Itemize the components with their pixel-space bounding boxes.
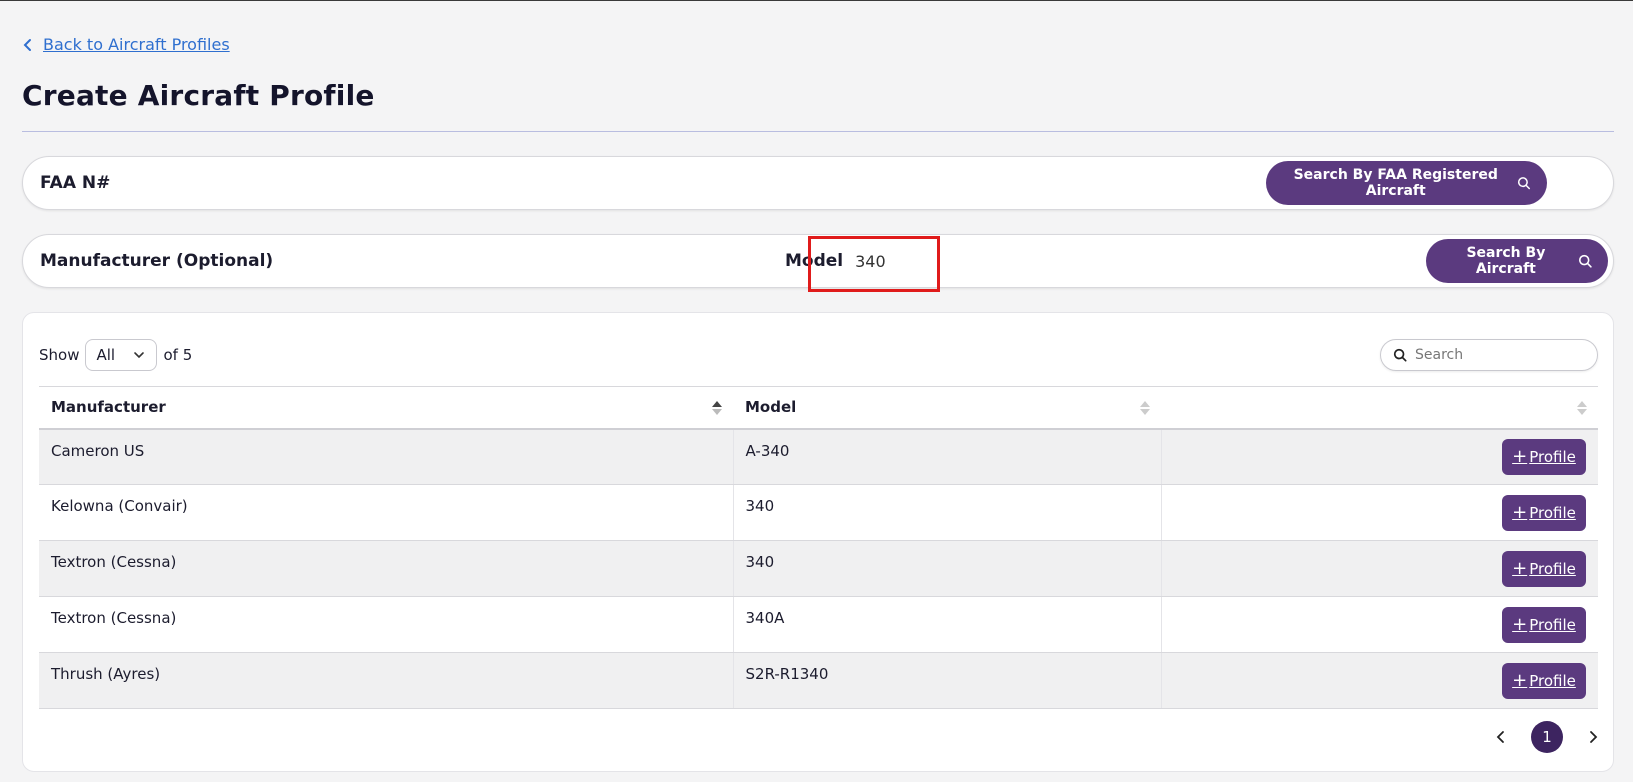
faa-search-bar: FAA N# Search By FAA Registered Aircraft [22,156,1614,210]
chevron-down-icon [134,352,145,359]
cell-manufacturer: Thrush (Ayres) [39,652,733,709]
manufacturer-input[interactable] [253,249,753,275]
chevron-left-icon [23,38,31,51]
cell-manufacturer: Cameron US [39,428,733,485]
cell-manufacturer: Textron (Cessna) [39,596,733,653]
cell-model: S2R-R1340 [732,652,1161,709]
chevron-left-icon [1496,731,1504,743]
add-profile-button[interactable]: + Profile [1502,662,1586,699]
column-header-manufacturer[interactable]: Manufacturer [39,386,733,430]
sort-icon [1140,401,1150,415]
search-by-aircraft-label: Search By Aircraft [1466,245,1546,277]
table-row: Textron (Cessna) 340 + Profile [39,540,1598,597]
title-divider [22,131,1614,132]
page-title: Create Aircraft Profile [22,79,375,112]
plus-icon: + [1512,501,1528,523]
add-profile-button[interactable]: + Profile [1502,606,1586,643]
page-size-value: All [96,346,116,364]
cell-model: 340 [732,484,1161,541]
show-label: Show [39,346,80,364]
page-size-select[interactable]: All [85,339,158,371]
aircraft-search-bar: Manufacturer (Optional) Model 340 Search… [22,234,1614,288]
chevron-right-icon [1590,731,1598,743]
cell-manufacturer: Textron (Cessna) [39,540,733,597]
table-search-input[interactable] [1415,347,1585,363]
search-by-faa-label: Search By FAA Registered Aircraft [1293,167,1498,199]
table-row: Cameron US A-340 + Profile [39,428,1598,485]
next-page-button[interactable] [1581,725,1605,749]
cell-model: A-340 [732,428,1161,485]
back-link-label: Back to Aircraft Profiles [43,35,230,54]
sort-ascending-icon [712,401,722,415]
plus-icon: + [1512,613,1528,635]
back-to-aircraft-profiles-link[interactable]: Back to Aircraft Profiles [21,35,230,54]
add-profile-button[interactable]: + Profile [1502,438,1586,475]
column-header-model[interactable]: Model [733,386,1161,430]
page-size-control: Show All of 5 [39,339,192,371]
total-count-label: of 5 [163,346,193,364]
faa-label: FAA N# [40,173,111,193]
model-input[interactable]: 340 [855,252,886,271]
table-row: Textron (Cessna) 340A + Profile [39,596,1598,653]
search-icon [1518,177,1531,190]
column-header-actions[interactable] [1161,386,1598,430]
table-row: Kelowna (Convair) 340 + Profile [39,484,1598,541]
model-field[interactable]: Model 340 [785,239,886,283]
table-row: Thrush (Ayres) S2R-R1340 + Profile [39,652,1598,709]
sort-icon [1577,401,1587,415]
table-header-row: Manufacturer Model [39,386,1598,430]
model-label: Model [785,251,844,271]
pagination: 1 [1489,721,1605,753]
results-card: Show All of 5 Manufacturer Model [22,312,1614,772]
plus-icon: + [1512,557,1528,579]
search-by-aircraft-button[interactable]: Search By Aircraft [1426,239,1608,283]
search-icon [1393,348,1407,362]
plus-icon: + [1512,445,1528,467]
cell-model: 340 [732,540,1161,597]
page-number-button[interactable]: 1 [1531,721,1563,753]
plus-icon: + [1512,669,1528,691]
cell-model: 340A [732,596,1161,653]
search-by-faa-button[interactable]: Search By FAA Registered Aircraft [1266,161,1547,205]
search-icon [1578,254,1592,268]
cell-manufacturer: Kelowna (Convair) [39,484,733,541]
manufacturer-label: Manufacturer (Optional) [40,251,274,271]
results-table: Manufacturer Model Cameron US A-340 + Pro… [39,386,1598,709]
faa-number-input[interactable] [113,171,1213,197]
previous-page-button[interactable] [1489,725,1513,749]
table-search-field[interactable] [1380,339,1598,371]
add-profile-button[interactable]: + Profile [1502,494,1586,531]
add-profile-button[interactable]: + Profile [1502,550,1586,587]
